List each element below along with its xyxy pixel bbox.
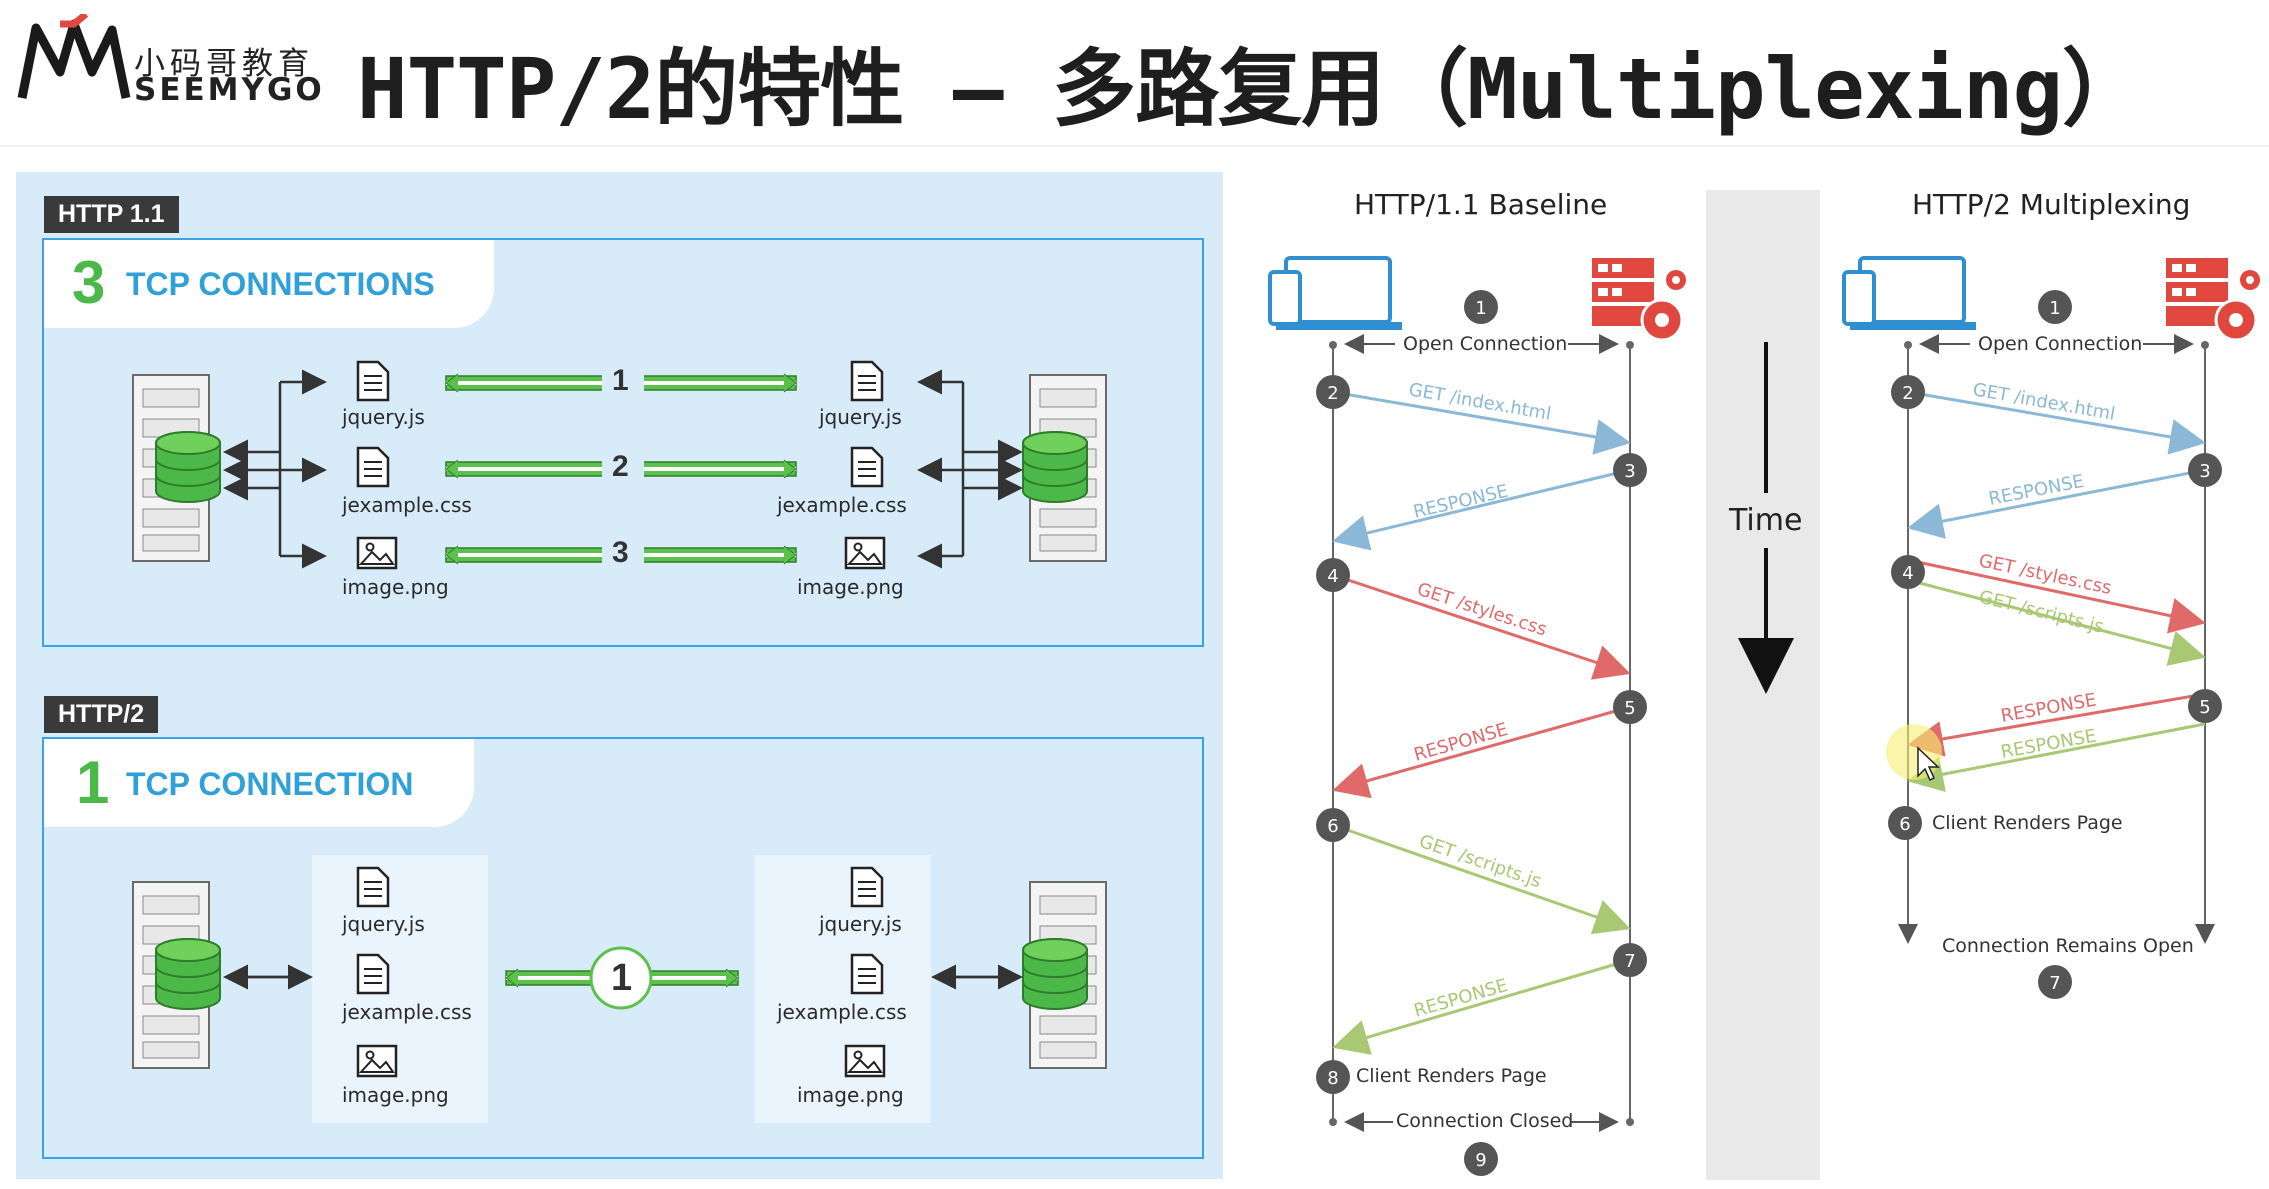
lane-number: 1 xyxy=(611,957,633,999)
image-icon xyxy=(844,1044,886,1078)
svg-text:RESPONSE: RESPONSE xyxy=(1999,725,2098,762)
svg-text:6: 6 xyxy=(1327,816,1338,837)
svg-text:RESPONSE: RESPONSE xyxy=(1412,975,1511,1022)
multiplexing-message-labels: GET /index.html RESPONSE GET /styles.css… xyxy=(1971,379,2117,763)
file-icon xyxy=(850,360,884,402)
file-label: image.png xyxy=(797,575,904,599)
svg-text:GET /index.html: GET /index.html xyxy=(1971,379,2117,425)
file-icon xyxy=(850,446,884,488)
client-device-icon xyxy=(1842,256,1978,332)
svg-text:7: 7 xyxy=(2049,973,2060,994)
file-icon xyxy=(356,360,390,402)
database-icon-right-http2 xyxy=(1022,938,1088,1010)
image-icon xyxy=(356,536,398,570)
open-connection-label: Open Connection xyxy=(1978,333,2143,355)
baseline-message-labels: GET /index.html RESPONSE GET /styles.css… xyxy=(1407,379,1553,1022)
database-icon-left-http2 xyxy=(155,938,221,1010)
file-label: jexample.css xyxy=(777,1000,907,1024)
connection-graphics xyxy=(132,360,1107,1078)
image-icon xyxy=(356,1044,398,1078)
file-label: image.png xyxy=(797,1083,904,1107)
database-icon-right-http11 xyxy=(1022,431,1088,503)
server-gear-icon xyxy=(2164,256,2262,342)
cursor-highlight xyxy=(1886,724,1942,780)
svg-text:5: 5 xyxy=(1624,698,1635,719)
svg-text:4: 4 xyxy=(1327,566,1338,587)
file-label: jquery.js xyxy=(819,912,902,936)
sequence-graphics: 1 2 3 4 5 6 7 8 9 GET /index.html RESPONSE G… xyxy=(1268,256,2262,1176)
client-renders-label: Client Renders Page xyxy=(1356,1065,1547,1087)
svg-text:2: 2 xyxy=(1902,383,1913,404)
file-icon xyxy=(850,866,884,908)
svg-text:5: 5 xyxy=(2199,697,2210,718)
svg-text:7: 7 xyxy=(1624,951,1635,972)
file-icon xyxy=(356,446,390,488)
svg-text:RESPONSE: RESPONSE xyxy=(1411,481,1510,523)
file-label: jexample.css xyxy=(342,493,472,517)
lane-number: 1 xyxy=(612,364,629,397)
svg-text:9: 9 xyxy=(1475,1150,1486,1171)
file-label: jquery.js xyxy=(819,405,902,429)
file-label: jexample.css xyxy=(777,493,907,517)
file-label: jexample.css xyxy=(342,1000,472,1024)
file-label: image.png xyxy=(342,575,449,599)
file-label: jquery.js xyxy=(342,912,425,936)
server-gear-icon xyxy=(1590,256,1688,342)
open-connection-label: Open Connection xyxy=(1403,333,1568,355)
lane-number: 2 xyxy=(612,450,629,483)
svg-text:4: 4 xyxy=(1902,563,1913,584)
svg-text:1: 1 xyxy=(2049,298,2060,319)
file-icon xyxy=(356,866,390,908)
svg-text:1: 1 xyxy=(1475,298,1486,319)
svg-text:2: 2 xyxy=(1327,383,1338,404)
database-icon-left-http11 xyxy=(155,431,221,503)
image-icon xyxy=(844,536,886,570)
svg-text:RESPONSE: RESPONSE xyxy=(1412,719,1511,766)
svg-text:3: 3 xyxy=(2199,461,2210,482)
svg-text:6: 6 xyxy=(1899,814,1910,835)
client-renders-label: Client Renders Page xyxy=(1932,812,2123,834)
lane-number: 3 xyxy=(612,536,629,569)
client-device-icon xyxy=(1268,256,1404,332)
svg-text:3: 3 xyxy=(1624,461,1635,482)
file-icon xyxy=(850,953,884,995)
file-icon xyxy=(356,953,390,995)
file-label: jquery.js xyxy=(342,405,425,429)
connection-closed-label: Connection Closed xyxy=(1396,1110,1574,1132)
file-label: image.png xyxy=(342,1083,449,1107)
svg-text:8: 8 xyxy=(1327,1068,1338,1089)
connection-open-label: Connection Remains Open xyxy=(1942,935,2194,957)
